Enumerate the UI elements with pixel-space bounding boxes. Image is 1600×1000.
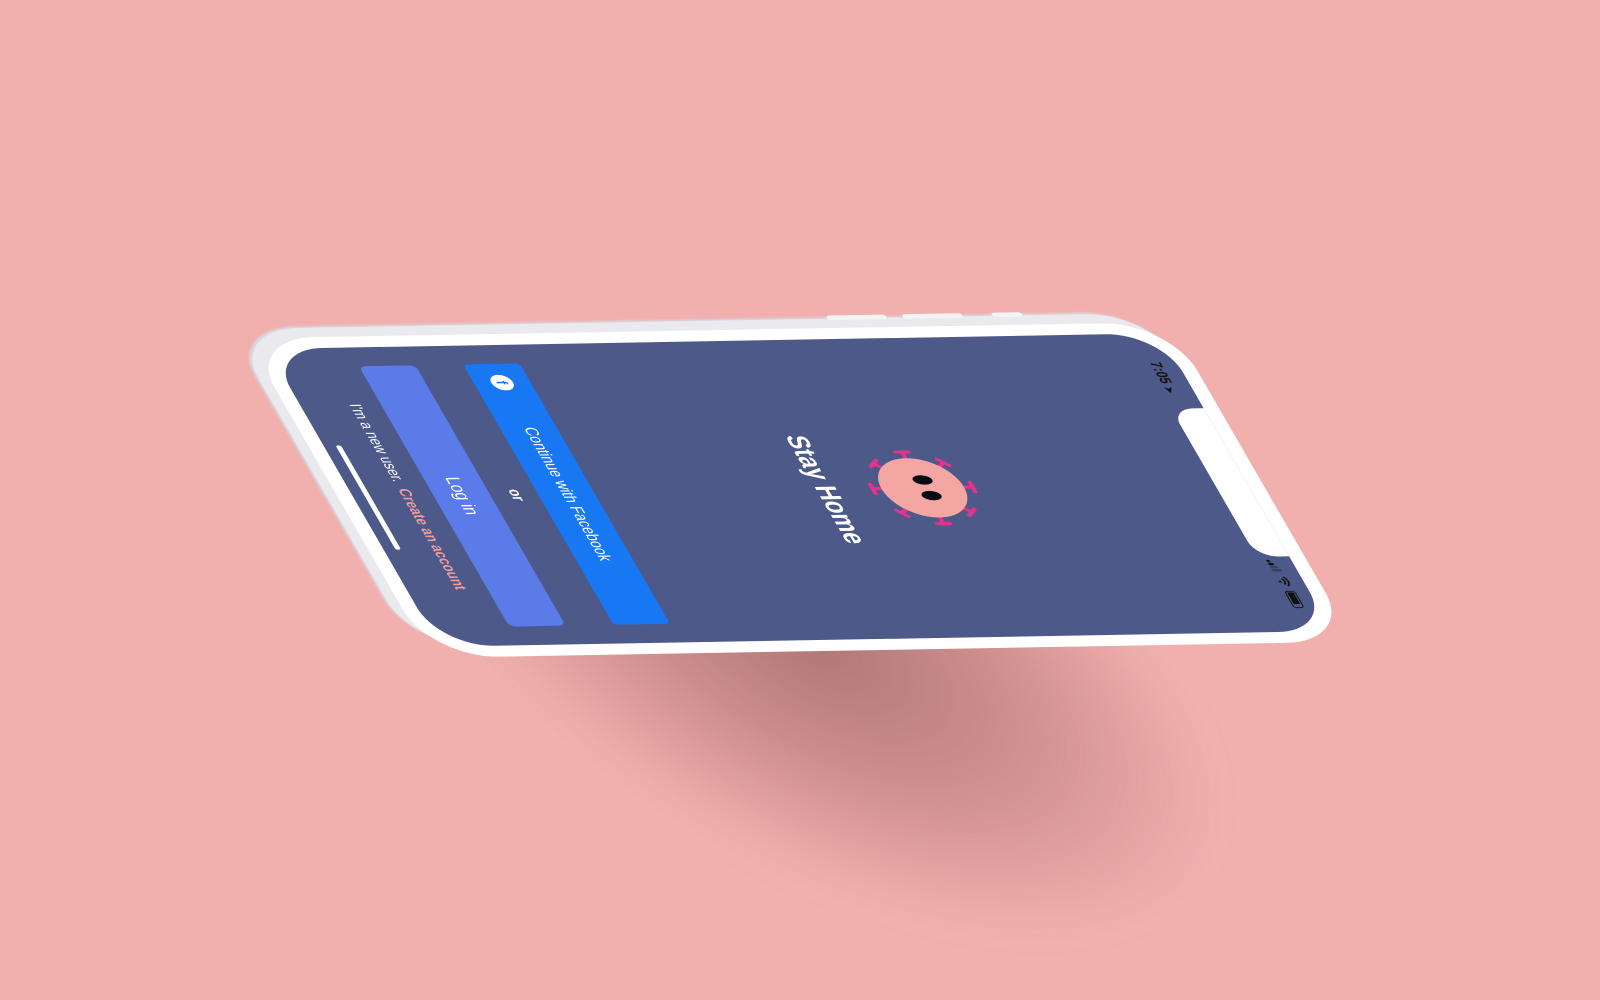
facebook-icon: f [486,374,518,391]
log-in-button-label: Log in [440,476,485,516]
location-arrow-icon: ➤ [1160,386,1177,394]
status-time: 7:05 ➤ [1146,362,1182,394]
app-screen: 7:05 ➤ Stay Home f Continue with Faceboo… [267,333,1333,647]
mockup-stage: 7:05 ➤ Stay Home f Continue with Faceboo… [0,0,1600,1000]
wifi-icon [1275,576,1292,587]
virus-mascot-icon [846,448,1000,528]
mute-switch [990,312,1024,318]
status-time-text: 7:05 [1146,361,1177,384]
signal-icon [1265,559,1284,573]
battery-icon [1283,590,1305,609]
volume-down-button [825,314,888,321]
phone-device: 7:05 ➤ Stay Home f Continue with Faceboo… [246,312,1354,658]
volume-up-button [901,313,964,319]
